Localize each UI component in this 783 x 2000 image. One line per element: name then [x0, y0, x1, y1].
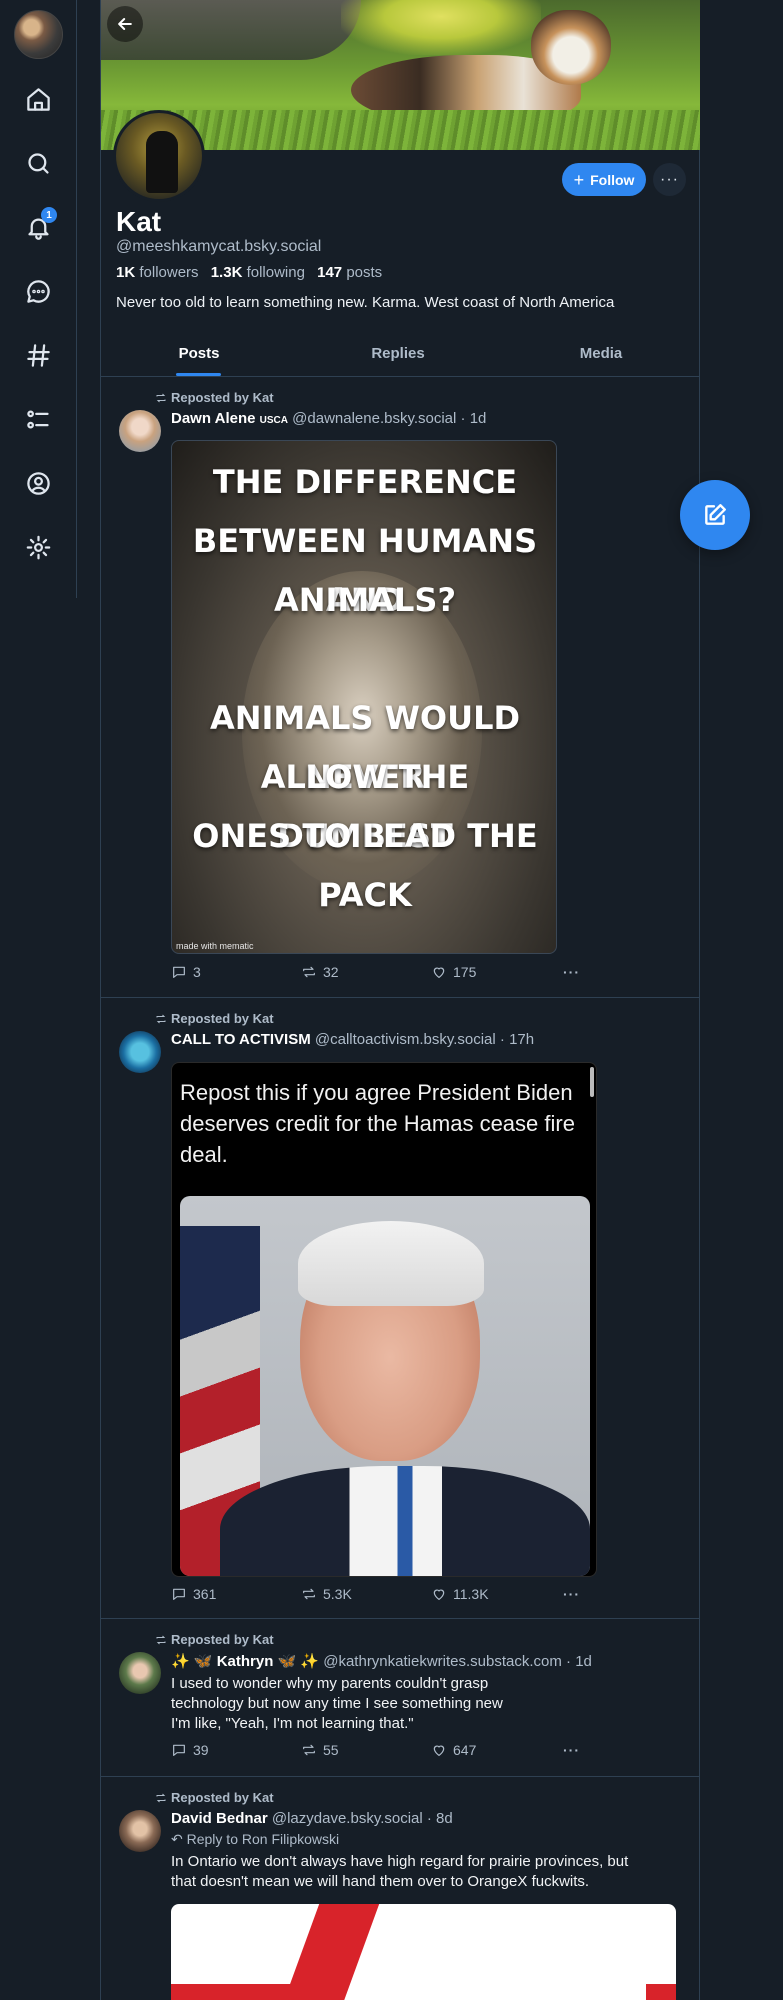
post-actions: 361 5.3K 11.3K ··· — [171, 1586, 591, 1606]
repost-icon — [156, 1635, 166, 1644]
user-avatar[interactable] — [14, 10, 63, 59]
reply-icon — [173, 1588, 185, 1600]
profile-avatar[interactable] — [113, 110, 205, 202]
tab-media[interactable]: Media — [551, 330, 651, 376]
back-button[interactable] — [107, 6, 143, 42]
reply-icon — [173, 966, 185, 978]
post-author[interactable]: David Bednar @lazydave.bsky.social · 8d — [171, 1810, 453, 1827]
repost-icon — [303, 966, 315, 978]
repost-icon — [156, 1014, 166, 1023]
reply-button[interactable]: 361 — [171, 1586, 216, 1602]
repost-indicator: Reposted by Kat — [155, 1790, 274, 1805]
reply-button[interactable]: 39 — [171, 1742, 209, 1758]
tab-replies[interactable]: Replies — [348, 330, 448, 376]
like-button[interactable]: 647 — [431, 1742, 476, 1758]
following-link[interactable]: 1.3K following — [211, 264, 305, 281]
profile-stats: 1K followers 1.3K following 147 posts — [116, 264, 382, 281]
repost-button[interactable]: 32 — [301, 964, 339, 980]
left-nav: 1 — [0, 0, 77, 598]
heart-icon — [433, 1589, 445, 1600]
search-icon[interactable] — [18, 143, 58, 183]
post-text: In Ontario we don't always have high reg… — [171, 1853, 629, 1890]
notification-badge: 1 — [41, 207, 57, 223]
post-image[interactable] — [171, 1904, 676, 2000]
reply-icon — [173, 1744, 185, 1756]
heart-icon — [433, 967, 445, 978]
like-button[interactable]: 11.3K — [431, 1586, 489, 1602]
follow-button[interactable]: + Follow — [562, 163, 646, 196]
avatar[interactable] — [119, 410, 161, 452]
repost-button[interactable]: 5.3K — [301, 1586, 352, 1602]
post-actions: 39 55 647 ··· — [171, 1742, 591, 1762]
reply-arrow-icon: ↶ — [171, 1831, 183, 1847]
repost-icon — [156, 1793, 166, 1802]
heart-icon — [433, 1745, 445, 1756]
like-button[interactable]: 175 — [431, 964, 476, 980]
post-more-button[interactable]: ··· — [563, 964, 580, 980]
reply-to-indicator[interactable]: ↶ Reply to Ron Filipkowski — [171, 1831, 339, 1848]
profile-icon[interactable] — [18, 463, 58, 503]
compose-button[interactable] — [680, 480, 750, 550]
display-name: Kat — [116, 206, 162, 237]
repost-icon — [303, 1588, 315, 1600]
followers-link[interactable]: 1K followers — [116, 264, 199, 281]
home-icon[interactable] — [18, 79, 58, 119]
more-options-button[interactable]: ··· — [653, 163, 686, 196]
repost-button[interactable]: 55 — [301, 1742, 339, 1758]
repost-icon — [303, 1744, 315, 1756]
repost-indicator: Reposted by Kat — [155, 390, 274, 405]
avatar[interactable] — [119, 1810, 161, 1852]
arrow-left-icon — [118, 18, 132, 30]
post-more-button[interactable]: ··· — [563, 1742, 580, 1758]
post-actions: 3 32 175 ··· — [171, 964, 591, 984]
tab-posts[interactable]: Posts — [149, 330, 249, 376]
image-watermark: made with mematic — [176, 941, 254, 951]
gear-icon[interactable] — [18, 527, 58, 567]
profile-tabs: Posts Replies Media — [101, 330, 700, 377]
hashtag-icon[interactable] — [18, 335, 58, 375]
reply-button[interactable]: 3 — [171, 964, 201, 980]
plus-icon: + — [573, 169, 585, 190]
post-author[interactable]: Dawn Alene USCA @dawnalene.bsky.social ·… — [171, 410, 486, 427]
repost-icon — [156, 393, 166, 402]
profile-bio: Never too old to learn something new. Ka… — [116, 294, 615, 311]
avatar[interactable] — [119, 1031, 161, 1073]
post-text: I used to wonder why my parents couldn't… — [171, 1675, 503, 1732]
post-author[interactable]: ✨ 🦋 Kathryn 🦋 ✨ @kathrynkatiekwrites.sub… — [171, 1652, 592, 1670]
post-author[interactable]: CALL TO ACTIVISM @calltoactivism.bsky.so… — [171, 1031, 534, 1048]
compose-icon — [705, 504, 726, 525]
main-column: + Follow ··· Kat @meeshkamycat.bsky.soci… — [100, 0, 700, 2000]
post-image[interactable]: Repost this if you agree President Biden… — [171, 1062, 597, 1577]
feed-post[interactable]: Reposted by Kat ✨ 🦋 Kathryn 🦋 ✨ @kathryn… — [101, 1620, 700, 1777]
repost-indicator: Reposted by Kat — [155, 1632, 274, 1647]
repost-indicator: Reposted by Kat — [155, 1011, 274, 1026]
chat-icon[interactable] — [18, 271, 58, 311]
posts-count: 147 posts — [317, 264, 383, 281]
active-tab-indicator — [176, 373, 221, 376]
avatar[interactable] — [119, 1652, 161, 1694]
profile-handle: @meeshkamycat.bsky.social — [116, 238, 322, 255]
post-more-button[interactable]: ··· — [563, 1586, 580, 1602]
post-image[interactable]: THE DIFFERENCE BETWEEN HUMANS AND ANIMAL… — [171, 440, 557, 954]
bell-icon[interactable]: 1 — [18, 207, 58, 247]
list-icon[interactable] — [18, 399, 58, 439]
